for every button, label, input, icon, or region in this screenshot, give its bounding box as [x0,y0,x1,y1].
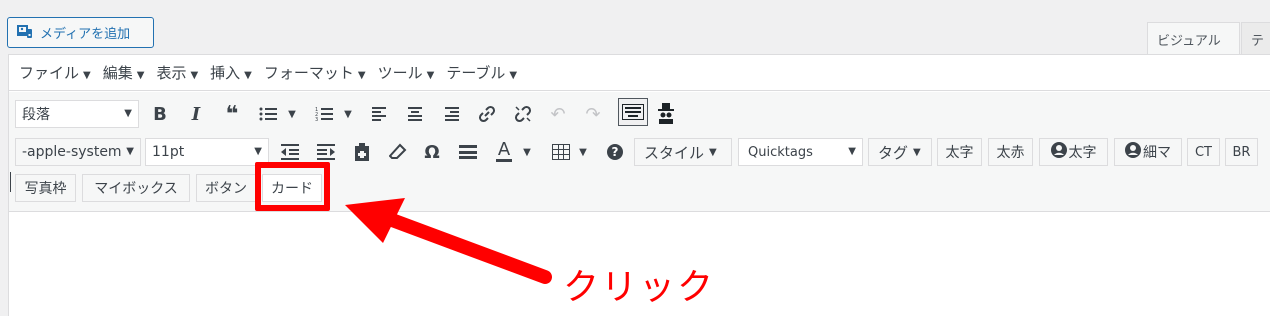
annotation-label: クリック [563,267,716,308]
